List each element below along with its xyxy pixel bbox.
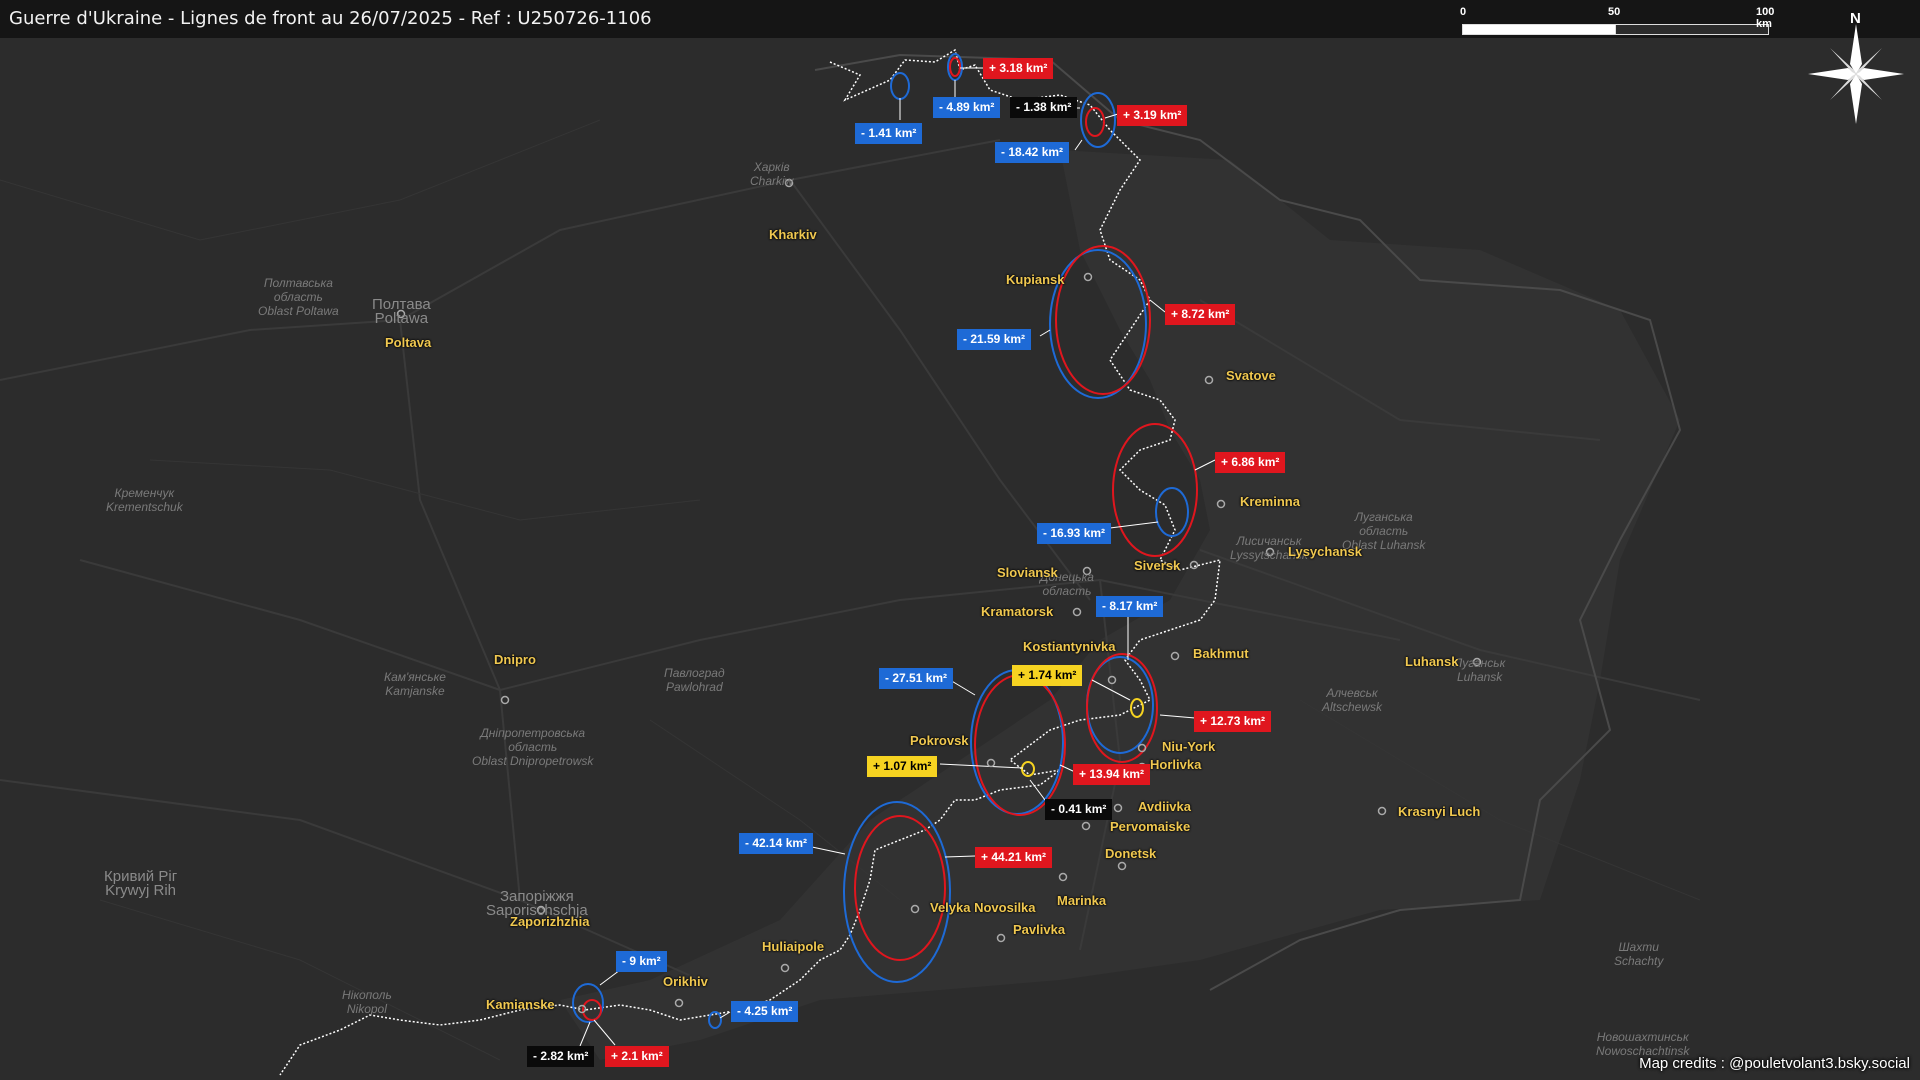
basemap-label-shakhty: Шахти Schachty — [1614, 940, 1664, 968]
city-label-kostiantynivka: Kostiantynivka — [1023, 639, 1116, 654]
change-badge: - 0.41 km² — [1045, 799, 1113, 820]
scale-tick-50: 50 — [1608, 6, 1621, 18]
scale-bar: 0 50 100 km — [1460, 6, 1774, 36]
city-label-siversk: Siversk — [1134, 558, 1181, 573]
change-badge: + 8.72 km² — [1165, 304, 1236, 325]
change-badge: + 3.19 km² — [1117, 105, 1188, 126]
basemap-label-kremenchuk: Кременчук Krementschuk — [106, 486, 183, 514]
change-badge: - 9 km² — [616, 951, 667, 972]
city-label-zaporizhzhia: Zaporizhzhia — [510, 914, 590, 929]
change-badge: + 12.73 km² — [1194, 711, 1272, 732]
basemap-label-pavlohrad: Павлоград Pawlohrad — [664, 666, 725, 694]
basemap-label-nikopol: Нікополь Nikopol — [342, 988, 392, 1016]
city-label-avdiivka: Avdiivka — [1138, 799, 1191, 814]
city-label-kharkiv: Kharkiv — [769, 227, 817, 242]
basemap-label-luhansk: Луганськ Luhansk — [1454, 656, 1506, 684]
city-label-dnipro: Dnipro — [494, 652, 536, 667]
city-label-kamianske: Kamianske — [486, 997, 555, 1012]
basemap-label-kryvyi-rih: Кривий Ріг Krywyj Rih — [104, 868, 178, 899]
city-label-marinka: Marinka — [1057, 893, 1107, 908]
change-badge: - 21.59 km² — [957, 329, 1032, 350]
city-label-donetsk: Donetsk — [1105, 846, 1157, 861]
change-badge: + 2.1 km² — [605, 1046, 669, 1067]
scale-tick-100: 100 km — [1756, 6, 1775, 30]
north-arrow: N — [1808, 6, 1904, 124]
change-badge: + 1.07 km² — [867, 756, 938, 777]
change-badge: - 18.42 km² — [995, 142, 1070, 163]
title-bar: Guerre d'Ukraine - Lignes de front au 26… — [0, 0, 1920, 38]
change-badge: + 13.94 km² — [1073, 764, 1151, 785]
city-label-svatove: Svatove — [1226, 368, 1276, 383]
city-label-luhansk: Luhansk — [1405, 654, 1459, 669]
city-label-kupiansk: Kupiansk — [1006, 272, 1065, 287]
change-badge: - 2.82 km² — [527, 1046, 595, 1067]
change-badge: - 27.51 km² — [879, 668, 954, 689]
city-label-pavlivka: Pavlivka — [1013, 922, 1066, 937]
map-credits: Map credits : @pouletvolant3.bsky.social — [1639, 1055, 1910, 1072]
basemap-label-alchevsk: Алчевськ Altschewsk — [1322, 686, 1383, 714]
change-badge: + 3.18 km² — [983, 58, 1054, 79]
map-canvas[interactable] — [0, 0, 1920, 1080]
basemap-label-novoshakhtinsk: Новошахтинськ Nowoschachtinsk — [1596, 1030, 1690, 1058]
change-badge: - 8.17 km² — [1096, 596, 1164, 617]
change-badge: - 4.25 km² — [731, 1001, 799, 1022]
compass-rose-icon — [1808, 24, 1904, 124]
city-label-niu-york: Niu-York — [1162, 739, 1216, 754]
change-badge: - 42.14 km² — [739, 833, 814, 854]
city-label-orikhiv: Orikhiv — [663, 974, 708, 989]
city-label-poltava: Poltava — [385, 335, 432, 350]
city-label-krasnyi-luch: Krasnyi Luch — [1398, 804, 1481, 819]
basemap-label-kharkiv: Харків Charkiw — [750, 160, 794, 188]
change-badge: + 1.74 km² — [1012, 665, 1083, 686]
city-label-sloviansk: Sloviansk — [997, 565, 1058, 580]
change-badge: - 16.93 km² — [1037, 523, 1112, 544]
city-label-pervomaiske: Pervomaiske — [1110, 819, 1191, 834]
basemap-label-poltava-oblast: Полтавська область Oblast Poltawa — [258, 276, 339, 318]
city-label-pokrovsk: Pokrovsk — [910, 733, 969, 748]
change-badge: + 44.21 km² — [975, 847, 1053, 868]
scale-segment-1 — [1462, 24, 1616, 35]
city-label-lysychansk: Lysychansk — [1288, 544, 1362, 559]
city-label-horlivka: Horlivka — [1150, 757, 1202, 772]
city-label-huliaipole: Huliaipole — [762, 939, 825, 954]
basemap-label-dnipro-oblast: Дніпропетровська область Oblast Dnipropetr… — [472, 726, 594, 768]
scale-tick-0: 0 — [1460, 6, 1467, 18]
change-badge: - 4.89 km² — [933, 97, 1001, 118]
change-badge: - 1.41 km² — [855, 123, 923, 144]
city-label-bakhmut: Bakhmut — [1193, 646, 1249, 661]
city-label-kramatorsk: Kramatorsk — [981, 604, 1054, 619]
city-label-kreminna: Kreminna — [1240, 494, 1300, 509]
basemap-label-kamjanske: Кам'янське Kamjanske — [384, 670, 446, 698]
change-badge: - 1.38 km² — [1010, 97, 1078, 118]
scale-segment-2 — [1615, 24, 1769, 35]
city-label-velyka-novosilka: Velyka Novosilka — [930, 900, 1036, 915]
map-title: Guerre d'Ukraine - Lignes de front au 26… — [9, 8, 652, 29]
change-badge: + 6.86 km² — [1215, 452, 1286, 473]
basemap-label-poltava: Полтава Poltawa — [372, 296, 431, 327]
